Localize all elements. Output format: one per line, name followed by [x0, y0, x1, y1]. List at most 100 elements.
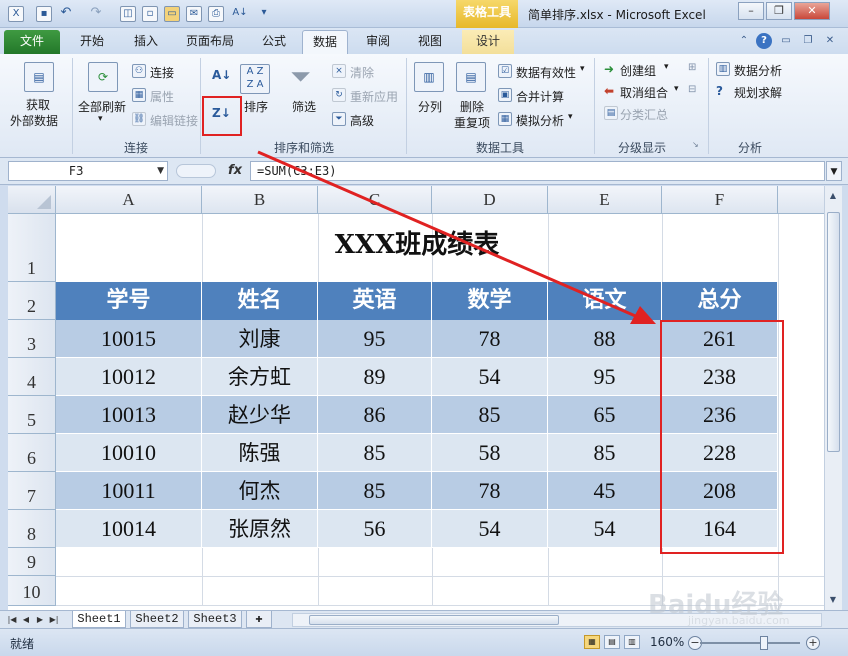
name-box-dropdown-icon[interactable]: ▼ — [157, 162, 164, 180]
remove-duplicates-button-line1[interactable]: 删除 — [460, 98, 484, 115]
select-all-button[interactable] — [8, 186, 56, 214]
last-sheet-icon[interactable]: ▶| — [48, 613, 60, 627]
cell-math[interactable]: 54 — [432, 358, 548, 396]
restore-button[interactable]: ❐ — [766, 2, 792, 20]
outline-dialog-launcher-icon[interactable]: ↘ — [692, 140, 699, 149]
tab-design[interactable]: 设计 — [462, 30, 514, 54]
zoom-in-icon[interactable]: + — [806, 636, 820, 650]
expand-formula-bar-icon[interactable]: ▼ — [826, 161, 842, 181]
cell-math[interactable]: 78 — [432, 472, 548, 510]
ungroup-dropdown-icon[interactable]: ▾ — [674, 84, 679, 94]
refresh-dropdown-icon[interactable]: ▾ — [98, 114, 103, 124]
cell-math[interactable]: 85 — [432, 396, 548, 434]
email-icon[interactable]: ✉ — [186, 6, 202, 22]
row-header-2[interactable]: 2 — [8, 282, 56, 320]
tab-home[interactable]: 开始 — [70, 30, 114, 54]
redo-icon[interactable]: ↷ — [88, 6, 104, 22]
cell-chinese[interactable]: 65 — [548, 396, 662, 434]
cell-chinese[interactable]: 95 — [548, 358, 662, 396]
horizontal-scroll-thumb[interactable] — [309, 615, 559, 625]
group-dropdown-icon[interactable]: ▾ — [664, 62, 669, 72]
sheet-title-cell[interactable]: XXX班成绩表 — [56, 214, 778, 282]
sort-za-button[interactable]: Z↓ — [202, 96, 242, 136]
column-header-d[interactable]: D — [432, 186, 548, 214]
new-file-icon[interactable]: ▫ — [142, 6, 158, 22]
scroll-down-icon[interactable]: ▼ — [825, 592, 841, 608]
cell-chinese[interactable]: 54 — [548, 510, 662, 548]
first-sheet-icon[interactable]: |◀ — [6, 613, 18, 627]
row-header-9[interactable]: 9 — [8, 548, 56, 576]
save-icon[interactable]: ▪ — [36, 6, 52, 22]
cell-chinese[interactable]: 45 — [548, 472, 662, 510]
insert-sheet-icon[interactable]: ✚ — [246, 611, 272, 628]
cell-english[interactable]: 95 — [318, 320, 432, 358]
what-if-dropdown-icon[interactable]: ▾ — [568, 112, 573, 122]
print-icon[interactable]: ⎙ — [208, 6, 224, 22]
tab-view[interactable]: 视图 — [408, 30, 452, 54]
show-detail-icon[interactable]: ⊞ — [688, 62, 696, 73]
zoom-slider-thumb[interactable] — [760, 636, 768, 650]
row-header-3[interactable]: 3 — [8, 320, 56, 358]
row-header-10[interactable]: 10 — [8, 576, 56, 606]
column-header-c[interactable]: C — [318, 186, 432, 214]
column-header-a[interactable]: A — [56, 186, 202, 214]
row-header-7[interactable]: 7 — [8, 472, 56, 510]
clear-button[interactable]: 清除 — [350, 64, 374, 81]
horizontal-scrollbar[interactable] — [292, 613, 822, 627]
sheet-tab-sheet1[interactable]: Sheet1 — [72, 611, 126, 628]
zoom-slider-track[interactable] — [700, 642, 800, 644]
cell-student-id[interactable]: 10014 — [56, 510, 202, 548]
open-folder-icon[interactable]: ▭ — [164, 6, 180, 22]
tab-data[interactable]: 数据 — [302, 30, 348, 54]
vertical-scrollbar[interactable]: ▲ ▼ — [824, 186, 842, 610]
cell-chinese[interactable]: 85 — [548, 434, 662, 472]
row-header-4[interactable]: 4 — [8, 358, 56, 396]
cell-math[interactable]: 58 — [432, 434, 548, 472]
solver-button[interactable]: 规划求解 — [734, 84, 782, 101]
undo-icon[interactable]: ↶ — [58, 6, 74, 22]
collapse-ribbon-icon[interactable]: ⌃ — [736, 34, 752, 48]
properties-button[interactable]: 属性 — [150, 88, 174, 105]
page-break-view-icon[interactable]: ▥ — [624, 635, 640, 649]
tab-file[interactable]: 文件 — [4, 30, 60, 54]
tab-page-layout[interactable]: 页面布局 — [178, 30, 242, 54]
name-box[interactable]: F3 ▼ — [8, 161, 168, 181]
cell-name[interactable]: 何杰 — [202, 472, 318, 510]
insert-function-icon[interactable]: fx — [228, 163, 242, 178]
advanced-filter-button[interactable]: 高级 — [350, 112, 374, 129]
normal-view-icon[interactable]: ▦ — [584, 635, 600, 649]
formula-bar-resize-handle[interactable] — [176, 164, 216, 178]
cell-english[interactable]: 56 — [318, 510, 432, 548]
close-workbook-icon[interactable]: ✕ — [822, 34, 838, 48]
help-icon[interactable]: ? — [756, 33, 772, 49]
tab-insert[interactable]: 插入 — [124, 30, 168, 54]
sort-az-icon[interactable]: A↓ — [212, 68, 231, 82]
header-cell-math[interactable]: 数学 — [432, 282, 548, 320]
data-validation-button[interactable]: 数据有效性 — [516, 64, 576, 81]
cell-student-id[interactable]: 10010 — [56, 434, 202, 472]
worksheet-grid[interactable]: A B C D E F 1 2 3 4 5 6 7 8 9 10 XXX班成绩表… — [8, 186, 824, 610]
print-preview-icon[interactable]: ◫ — [120, 6, 136, 22]
filter-button[interactable]: 筛选 — [292, 98, 316, 115]
data-analysis-button[interactable]: 数据分析 — [734, 62, 782, 79]
cell-english[interactable]: 85 — [318, 434, 432, 472]
column-header-f[interactable]: F — [662, 186, 778, 214]
cell-chinese[interactable]: 88 — [548, 320, 662, 358]
cell-student-id[interactable]: 10012 — [56, 358, 202, 396]
cell-math[interactable]: 54 — [432, 510, 548, 548]
row-header-1[interactable]: 1 — [8, 214, 56, 282]
sort-az-qat-icon[interactable]: A↓ — [232, 6, 248, 22]
excel-app-icon[interactable]: X — [8, 6, 24, 22]
next-sheet-icon[interactable]: ▶ — [34, 613, 46, 627]
close-button[interactable]: ✕ — [794, 2, 830, 20]
cell-english[interactable]: 86 — [318, 396, 432, 434]
consolidate-button[interactable]: 合并计算 — [516, 88, 564, 105]
scroll-up-icon[interactable]: ▲ — [825, 188, 841, 204]
zoom-level[interactable]: 160% — [650, 635, 684, 649]
remove-duplicates-button-line2[interactable]: 重复项 — [454, 114, 490, 131]
tab-review[interactable]: 审阅 — [356, 30, 400, 54]
cell-name[interactable]: 赵少华 — [202, 396, 318, 434]
cell-english[interactable]: 85 — [318, 472, 432, 510]
cell-student-id[interactable]: 10015 — [56, 320, 202, 358]
reapply-button[interactable]: 重新应用 — [350, 88, 398, 105]
